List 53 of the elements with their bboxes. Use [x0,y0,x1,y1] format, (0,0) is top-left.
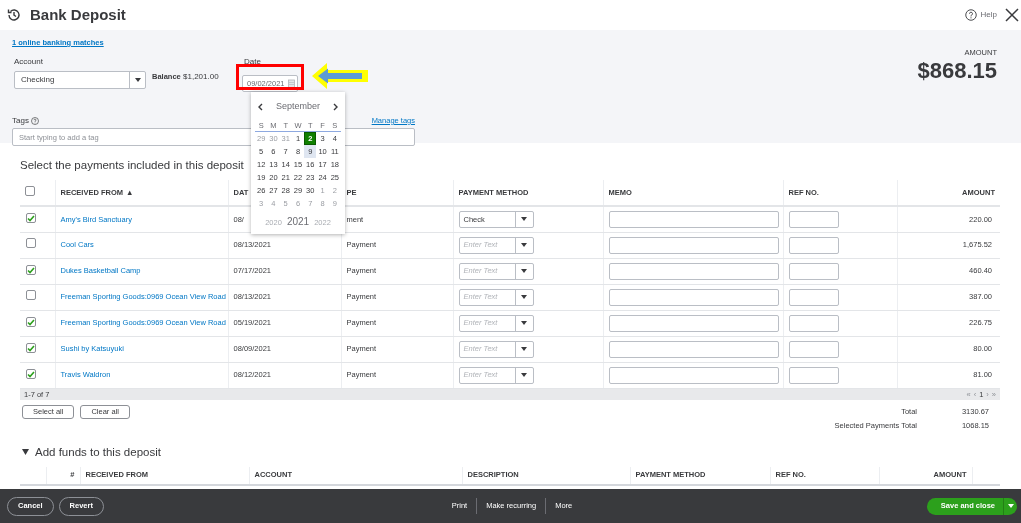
help-icon [964,9,977,21]
ref-no-field[interactable] [788,314,839,332]
memo-field[interactable] [608,288,779,306]
help-button[interactable]: Help [964,9,997,21]
window-title: Bank Deposit [30,6,126,24]
row-checkbox[interactable] [26,238,36,249]
chevron-left-icon[interactable] [258,103,263,111]
row-checkbox[interactable] [26,213,36,224]
field-label: Account [14,57,43,66]
memo-field[interactable] [608,314,779,332]
row-checkbox[interactable] [26,343,36,354]
ref-no-field[interactable] [788,210,839,228]
arrow-drawing [312,63,368,89]
close-icon[interactable] [1005,8,1019,22]
year-option[interactable]: 2021 [286,214,310,229]
help-icon[interactable] [30,116,39,125]
memo-field[interactable] [608,340,779,358]
collapse-caret-icon[interactable] [22,448,29,455]
ref-no-field[interactable] [788,340,839,358]
caret-icon [521,373,527,377]
memo-field[interactable] [608,210,779,228]
calendar-icon[interactable] [288,79,295,88]
chevron-right-icon[interactable] [333,103,338,111]
amount-total: $868.15 [917,59,997,83]
ref-no-field[interactable] [788,262,839,280]
row-checkbox[interactable] [26,265,36,276]
field-label: Tags [12,116,29,125]
caret-icon [521,321,527,325]
memo-field[interactable] [608,236,779,254]
caret-icon [521,269,527,273]
section-title: Select the payments included in this deposit [20,158,244,172]
caret-icon [521,347,527,351]
caret-icon [1007,504,1014,508]
memo-field[interactable] [608,366,779,384]
caret-icon [521,243,527,247]
field-label: Date [244,57,261,66]
month-label: September [276,100,320,114]
row-checkbox[interactable] [26,369,36,380]
ref-no-field[interactable] [788,366,839,384]
ref-no-field[interactable] [788,236,839,254]
select-all-checkbox[interactable] [25,185,35,196]
ref-no-field[interactable] [788,288,839,306]
save-options-button[interactable] [1003,497,1017,515]
caret-icon [134,78,141,82]
history-icon [6,7,22,23]
section-title: Add funds to this deposit [35,444,161,459]
caret-icon [521,217,527,222]
caret-icon [521,295,527,299]
row-checkbox[interactable] [26,290,36,301]
highlight-box [236,64,304,90]
account-dropdown[interactable]: Checking [14,71,146,89]
memo-field[interactable] [608,262,779,280]
row-checkbox[interactable] [26,317,36,328]
